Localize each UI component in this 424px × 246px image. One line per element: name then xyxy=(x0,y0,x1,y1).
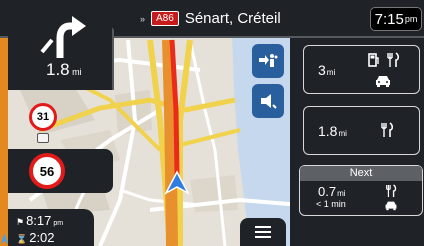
sound-button[interactable] xyxy=(252,84,284,118)
current-route: » A86 Sénart, Créteil xyxy=(140,10,281,27)
navigation-screen: 1.8 mi » A86 Sénart, Créteil 7:15 pm 31 5… xyxy=(0,0,424,246)
service-distance: 1.8mi xyxy=(318,123,347,139)
road-number-badge: A86 xyxy=(151,11,179,26)
restaurant-icon xyxy=(381,122,394,137)
car-service-icon xyxy=(385,201,397,211)
service-item[interactable]: 3mi xyxy=(303,45,420,94)
hamburger-menu-icon xyxy=(255,226,271,238)
remaining-time: ⌛ 2:02 xyxy=(16,230,55,245)
street-name: Sénart, Créteil xyxy=(184,10,281,27)
current-speed-limit-sign: 56 xyxy=(29,153,65,189)
secondary-speed-limit-sign: 31 xyxy=(29,103,57,131)
hourglass-icon: ⌛ xyxy=(16,234,28,244)
car-service-icon xyxy=(376,76,390,87)
chevron-right-icon: » xyxy=(140,13,146,24)
restaurant-icon xyxy=(387,52,400,67)
compass-icon[interactable] xyxy=(0,232,9,246)
service-item[interactable]: 1.8mi xyxy=(303,106,420,155)
next-service-panel[interactable]: Next 0.7mi < 1 min xyxy=(299,165,423,216)
turn-left-arrow-icon xyxy=(40,16,86,58)
trip-info-panel[interactable]: ⚑ 8:17 pm ⌛ 2:02 xyxy=(8,209,94,246)
menu-button[interactable] xyxy=(240,218,286,246)
service-distance: 3mi xyxy=(318,62,336,78)
next-service-distance: 0.7mi xyxy=(318,184,346,199)
highway-services-icon xyxy=(259,54,278,67)
next-turn-panel[interactable]: 1.8 mi xyxy=(8,0,114,90)
fuel-icon xyxy=(368,53,379,67)
speaker-icon xyxy=(261,94,277,109)
next-turn-distance: 1.8 mi xyxy=(46,60,82,79)
clock: 7:15 pm xyxy=(370,7,422,31)
arrival-time: ⚑ 8:17 pm xyxy=(16,213,64,228)
speed-camera-icon xyxy=(37,133,49,143)
highway-services-button[interactable] xyxy=(252,44,284,78)
next-service-time: < 1 min xyxy=(316,199,346,209)
restaurant-icon xyxy=(386,184,397,197)
next-service-title: Next xyxy=(300,166,422,181)
checkered-flag-icon: ⚑ xyxy=(16,217,25,227)
